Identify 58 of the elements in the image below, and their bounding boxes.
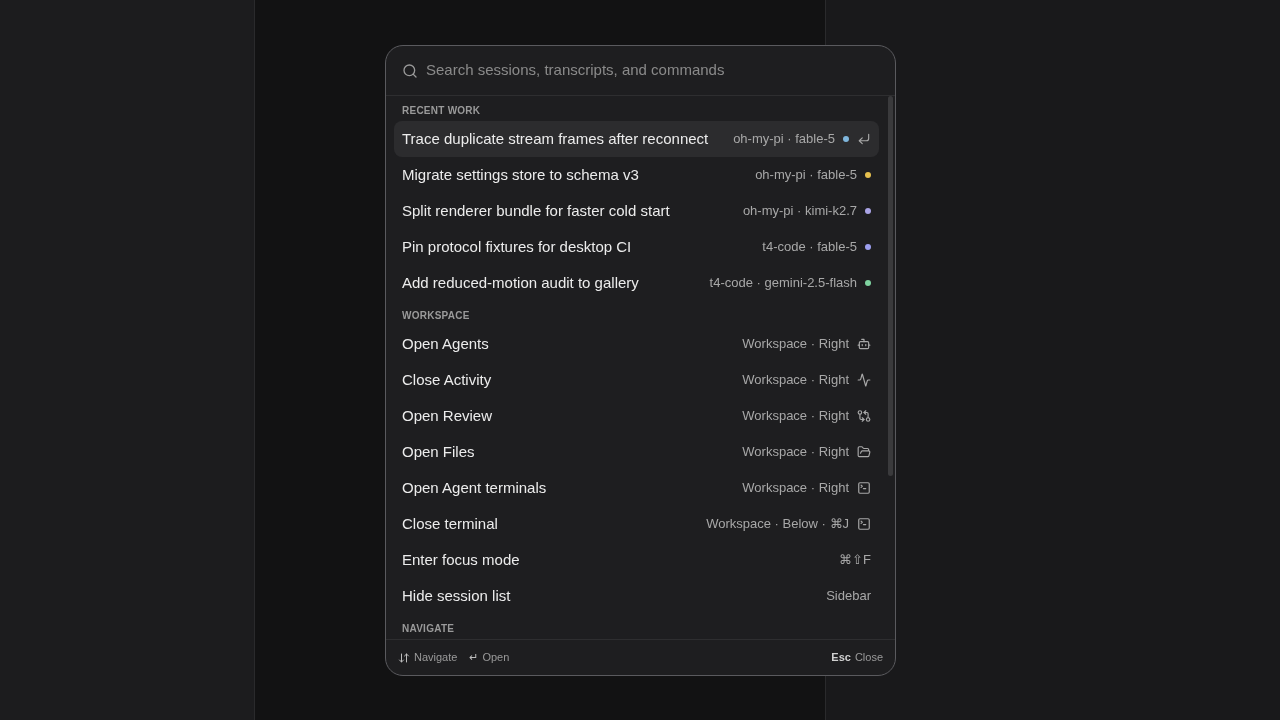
item-label: Hide session list (402, 585, 511, 606)
item-label: Add reduced-motion audit to gallery (402, 272, 639, 293)
item-meta: ⌘⇧F (839, 551, 871, 570)
item-meta: Workspace · Right (742, 443, 849, 462)
search-field[interactable]: Search sessions, transcripts, and commands (426, 59, 879, 82)
scrollbar[interactable] (888, 96, 893, 476)
item-meta: Workspace · Below · ⌘J (706, 515, 849, 534)
item-label: Open Agents (402, 333, 489, 354)
item-meta: t4-code · gemini-2.5-flash (709, 274, 857, 293)
palette-item[interactable]: Open Files Workspace · Right (394, 434, 879, 470)
palette-item[interactable]: Trace duplicate stream frames after reconnect oh-my-pi · fable-5 (394, 121, 879, 157)
item-label: Open Files (402, 441, 475, 462)
palette-item[interactable]: Close terminal Workspace · Below · ⌘J (394, 506, 879, 542)
item-label: Trace duplicate stream frames after reconnect (402, 128, 709, 149)
item-label: Open Review (402, 405, 493, 426)
item-meta: oh-my-pi · kimi-k2.7 (742, 202, 857, 221)
folder-icon (857, 445, 871, 459)
arrows-icon (398, 651, 410, 664)
palette-item[interactable]: Migrate settings store to schema v3 oh-my-pi · fable-5 (394, 157, 879, 193)
item-label: Close Activity (402, 369, 492, 390)
palette-item[interactable]: Open Review Workspace · Right (394, 398, 879, 434)
palette-item[interactable]: Open Agents Workspace · Right (394, 326, 879, 362)
hint-label: Close (854, 650, 883, 666)
item-meta: Workspace · Right (742, 335, 849, 354)
palette-item[interactable]: Hide session list Sidebar (394, 578, 879, 614)
item-meta: oh-my-pi · fable-5 (733, 130, 835, 149)
item-meta: Sidebar (826, 587, 871, 606)
key-hint: ↵ (469, 650, 479, 666)
terminal-icon (857, 517, 871, 531)
activity-icon (857, 373, 871, 387)
item-meta: Workspace · Right (742, 371, 849, 390)
section-heading: RECENT WORK (401, 104, 482, 118)
palette-item[interactable]: Enter focus mode ⌘⇧F (394, 542, 879, 578)
item-label: Migrate settings store to schema v3 (402, 164, 639, 185)
terminal-icon (857, 481, 871, 495)
hint-label: Navigate (414, 650, 458, 666)
item-label: Pin protocol fixtures for desktop CI (402, 236, 632, 257)
search-icon (402, 62, 418, 79)
enter-icon (857, 132, 871, 146)
item-meta: oh-my-pi · fable-5 (755, 166, 857, 185)
hint-label: Open (482, 650, 510, 666)
item-meta: t4-code · fable-5 (762, 238, 857, 257)
compare-icon (857, 409, 871, 423)
palette-item[interactable]: Pin protocol fixtures for desktop CI t4-code · fable-5 (394, 229, 879, 265)
section-heading: NAVIGATE (401, 622, 456, 636)
item-meta: Workspace · Right (742, 479, 849, 498)
section-heading: WORKSPACE (401, 309, 471, 323)
palette-item[interactable]: Open Agent terminals Workspace · Right (394, 470, 879, 506)
item-meta: Workspace · Right (742, 407, 849, 426)
key-hint: Esc (831, 650, 851, 666)
item-label: Enter focus mode (402, 549, 520, 570)
bot-icon (857, 337, 871, 351)
item-label: Close terminal (402, 513, 498, 534)
item-label: Open Agent terminals (402, 477, 547, 498)
item-label: Split renderer bundle for faster cold start (402, 200, 670, 221)
palette-item[interactable]: Split renderer bundle for faster cold start oh-my-pi · kimi-k2.7 (394, 193, 879, 229)
palette-item[interactable]: Add reduced-motion audit to gallery t4-code · gemini-2.5-flash (394, 265, 879, 301)
palette-item[interactable]: Close Activity Workspace · Right (394, 362, 879, 398)
